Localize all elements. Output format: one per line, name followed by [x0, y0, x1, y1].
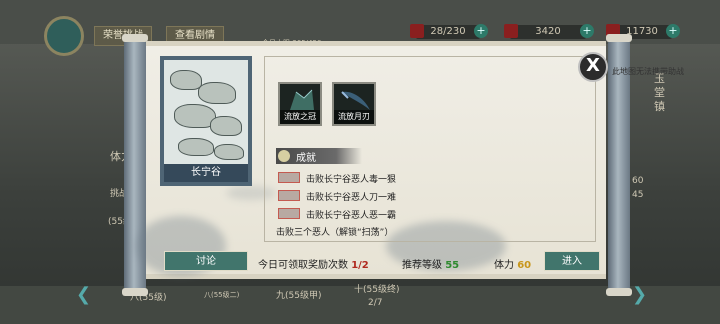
achievement-tag — [278, 208, 300, 219]
daily-claims-label: 今日可领取奖励次数 — [258, 260, 348, 271]
achievement-item: 击败长宁谷恶人恶一霸 — [278, 208, 396, 221]
stamina-cost: 体力 60 — [494, 256, 531, 271]
location-name: 长宁谷 — [164, 164, 248, 182]
add-gold-button[interactable]: + — [580, 24, 594, 38]
recommended-level-value: 55 — [445, 260, 460, 271]
rock-shape — [210, 116, 242, 136]
chapter-8b[interactable]: 八(55级二) — [204, 290, 239, 300]
prev-chapter-icon[interactable]: ❮ — [76, 284, 91, 305]
side-number-1: 60 — [632, 176, 644, 186]
scroll-rod-top — [146, 41, 606, 46]
back-button[interactable] — [44, 16, 84, 56]
side-number-2: 45 — [632, 190, 644, 200]
blade-icon — [338, 88, 370, 110]
add-energy-button[interactable]: + — [474, 24, 488, 38]
achievement-tag — [278, 172, 300, 183]
no-assist-notice: 此地图无法携带助战 — [612, 67, 684, 76]
resource-energy-value: 28/230 — [430, 26, 466, 37]
achievement-item: 击败长宁谷恶人毒一狠 — [278, 172, 396, 185]
chapter-9[interactable]: 九(55级甲) — [276, 288, 321, 301]
achievements-header: 成就 — [276, 148, 362, 164]
enter-button[interactable]: 进入 — [544, 251, 600, 271]
rock-shape — [178, 138, 214, 156]
gold-icon — [504, 24, 518, 38]
energy-icon — [410, 24, 424, 38]
achievement-tag — [278, 190, 300, 201]
scroll-roller-right — [606, 34, 632, 296]
next-chapter-icon[interactable]: ❯ — [632, 284, 647, 305]
stamina-value: 60 — [517, 260, 532, 271]
daily-claims: 今日可领取奖励次数 1/2 — [258, 256, 369, 271]
add-gems-button[interactable]: + — [666, 24, 680, 38]
location-card: 长宁谷 — [160, 56, 252, 186]
achievements-title: 成就 — [296, 153, 316, 164]
crown-icon — [284, 88, 316, 110]
achievement-text: 击败长宁谷恶人刀一难 — [306, 193, 397, 203]
discuss-button[interactable]: 讨论 — [164, 251, 248, 271]
reward-item[interactable]: 流放月刃 — [332, 82, 376, 126]
chapter-page: 2/7 — [368, 298, 383, 308]
resource-gold: 3420 + — [504, 24, 594, 39]
scroll-rod-bottom — [146, 274, 606, 279]
location-image: 长宁谷 — [164, 60, 248, 182]
chapter-10[interactable]: 十(55级终) — [354, 282, 399, 295]
close-button[interactable]: X — [578, 52, 608, 82]
resource-gold-value: 3420 — [535, 26, 561, 37]
recommended-level: 推荐等级 55 — [402, 256, 459, 271]
achievement-text: 击败长宁谷恶人恶一霸 — [306, 211, 397, 221]
stamina-label: 体力 — [494, 260, 514, 271]
reward-item[interactable]: 流放之冠 — [278, 82, 322, 126]
daily-claims-value: 1/2 — [351, 260, 369, 271]
final-goal: 击败三个恶人（解锁“扫荡”） — [276, 228, 394, 238]
rock-shape — [170, 70, 202, 90]
side-title-3: 镇 — [654, 100, 665, 113]
resource-energy: 28/230 + — [410, 24, 488, 39]
reward-label: 流放月刃 — [334, 110, 374, 124]
rock-shape — [198, 82, 236, 104]
achievement-icon — [278, 150, 290, 162]
achievement-item: 击败长宁谷恶人刀一难 — [278, 190, 396, 203]
rock-shape — [214, 144, 244, 160]
recommended-level-label: 推荐等级 — [402, 260, 442, 271]
reward-label: 流放之冠 — [280, 110, 320, 124]
achievement-text: 击败长宁谷恶人毒一狠 — [306, 175, 397, 185]
